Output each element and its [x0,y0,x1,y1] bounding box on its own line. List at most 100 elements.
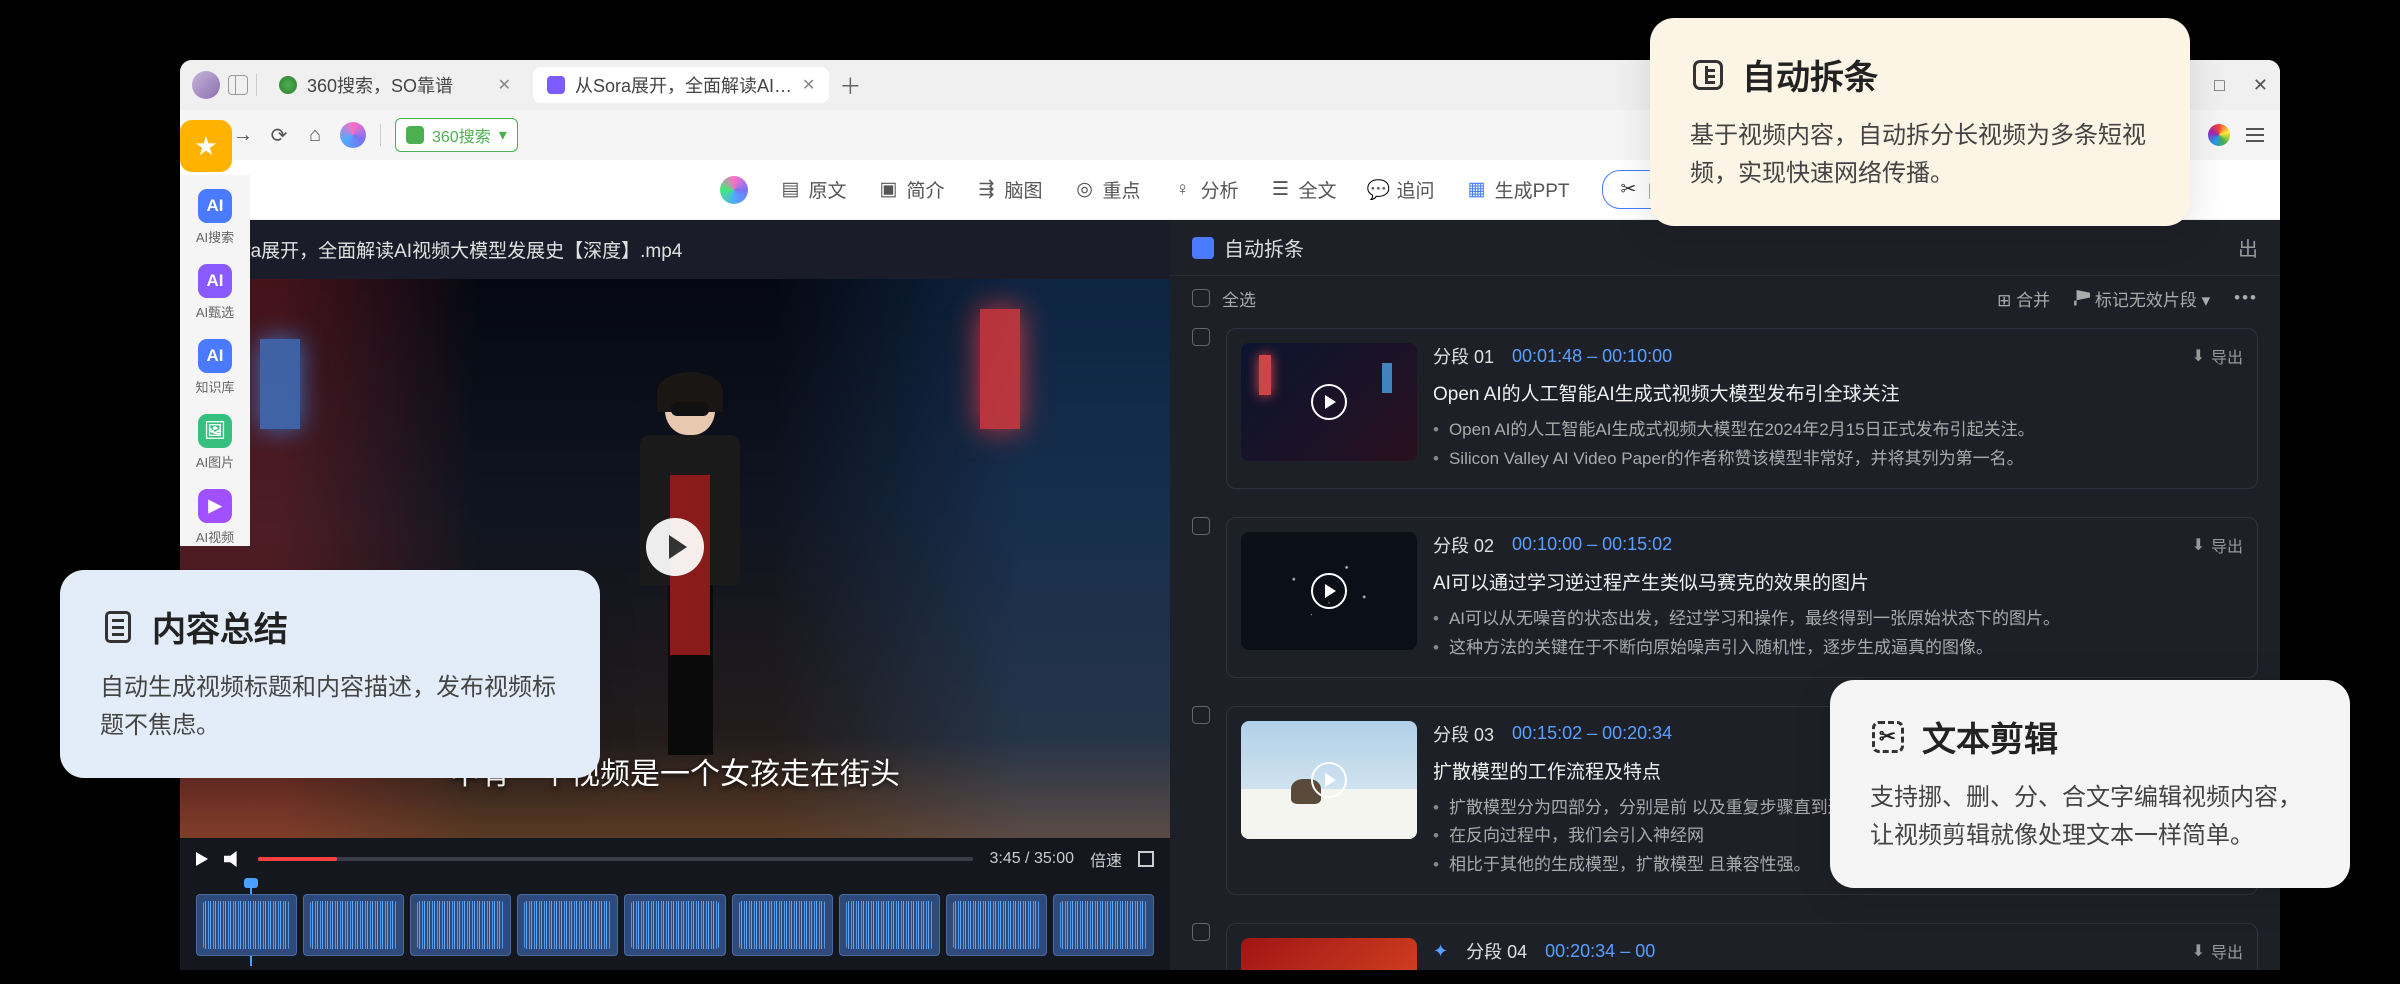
fullscreen-icon[interactable] [1138,851,1154,867]
close-window-icon[interactable]: ✕ [2253,75,2268,96]
timeline-clip[interactable] [410,894,511,956]
browser-tab-1[interactable]: 360搜索，SO靠谱 ✕ [265,67,525,103]
sidebar-item-ai-select[interactable]: AIAI甄选 [196,264,234,321]
text-icon: ☰ [1271,180,1291,200]
scissors-icon: ✂ [1619,180,1639,200]
merge-button[interactable]: ⊞ 合并 [1997,286,2050,311]
timeline-clip[interactable] [1053,894,1154,956]
segment-thumbnail[interactable] [1241,343,1417,461]
document-icon: ▤ [780,180,800,200]
segments-title: 自动拆条 [1224,233,1304,262]
segment-checkbox[interactable] [1192,328,1210,346]
play-icon[interactable] [196,852,208,866]
export-all-button[interactable]: 出 [2238,233,2258,262]
segment-bullets: AI可以从无噪音的状态出发，经过学习和操作，最终得到一张原始状态下的图片。 这种… [1433,605,2243,663]
browser-tab-2[interactable]: 从Sora展开，全面解读AI… ✕ [533,67,829,103]
tool-keypoints[interactable]: ◎重点 [1075,176,1141,203]
video-controls: 3:45 / 35:00 倍速 [180,838,1170,880]
segment-number: 分段 02 [1433,532,1494,558]
reload-icon[interactable]: ⟳ [268,124,290,146]
segment-title: AI可以通过学习逆过程产生类似马赛克的效果的图片 [1433,568,2243,595]
tool-analysis[interactable]: ♀分析 [1173,176,1239,203]
close-icon[interactable]: ✕ [802,75,815,95]
segment-checkbox[interactable] [1192,517,1210,535]
segment-card[interactable]: 分段 01 00:01:48 – 00:10:00 ⬇ 导出 Open AI的人… [1226,328,2258,489]
sparkle-icon: ✦ [1433,941,1448,962]
tool-ask[interactable]: 💬追问 [1369,176,1435,203]
timeline-clip[interactable] [732,894,833,956]
segment-export-button[interactable]: ⬇ 导出 [2192,939,2243,963]
segment-timerange[interactable]: 00:20:34 – 00 [1545,941,1655,962]
timeline-clip[interactable] [303,894,404,956]
select-all-checkbox[interactable] [1192,289,1210,307]
timeline-clip[interactable] [196,894,297,956]
timeline-clip[interactable] [517,894,618,956]
tool-ppt[interactable]: ▦生成PPT [1467,176,1570,203]
new-tab-button[interactable]: ＋ [837,72,863,98]
play-icon[interactable] [1311,573,1347,609]
mark-invalid-button[interactable]: 标记无效片段 ▾ [2074,286,2210,311]
sidebar-item-ai-video[interactable]: ▶AI视频 [196,489,234,546]
segment-timerange[interactable]: 00:01:48 – 00:10:00 [1512,346,1672,367]
tab-label: 从Sora展开，全面解读AI… [575,72,792,98]
segment-checkbox[interactable] [1192,923,1210,941]
play-button-icon[interactable] [646,518,704,576]
segment-thumbnail[interactable] [1241,532,1417,650]
tool-original[interactable]: ▤原文 [780,176,846,203]
segment-export-button[interactable]: ⬇ 导出 [2192,533,2243,557]
segment-timerange[interactable]: 00:10:00 – 00:15:02 [1512,534,1672,555]
theme-icon[interactable] [2208,124,2230,146]
text-edit-icon [1870,719,1906,755]
ai-video-icon: ▶ [198,489,232,523]
progress-bar[interactable] [258,857,973,861]
forward-icon[interactable]: → [232,124,254,146]
search-engine-selector[interactable]: 360搜索 ▾ [395,118,518,152]
segment-thumbnail[interactable] [1241,721,1417,839]
divider [380,124,381,146]
search-360-icon [406,126,424,144]
callout-autosplit: 自动拆条 基于视频内容，自动拆分长视频为多条短视频，实现快速网络传播。 [1650,18,2190,226]
sidebar-item-ai-image[interactable]: 🖼AI图片 [196,414,234,471]
segment-export-button[interactable]: ⬇ 导出 [2192,344,2243,368]
tool-summary[interactable]: ▣简介 [878,176,944,203]
timeline-clip[interactable] [946,894,1047,956]
play-icon[interactable] [1311,384,1347,420]
tool-mindmap[interactable]: ⇶脑图 [976,176,1042,203]
play-icon[interactable] [1311,762,1347,798]
ai-logo-icon[interactable] [340,122,366,148]
select-all-label[interactable]: 全选 [1222,286,1256,311]
home-icon[interactable]: ⌂ [304,124,326,146]
segment-thumbnail[interactable] [1241,938,1417,970]
speed-button[interactable]: 倍速 [1090,847,1122,871]
callout-description: 基于视频内容，自动拆分长视频为多条短视频，实现快速网络传播。 [1690,117,2150,194]
ai-select-icon: AI [198,264,232,298]
callout-textedit: 文本剪辑 支持挪、删、分、合文字编辑视频内容，让视频剪辑就像处理文本一样简单。 [1830,680,2350,888]
timeline-clip[interactable] [839,894,940,956]
timeline-clip[interactable] [624,894,725,956]
video-file-title: 从Sora展开，全面解读AI视频大模型发展史【深度】.mp4 [180,220,1170,279]
flag-icon [2074,290,2090,306]
ai-image-icon: 🖼 [198,414,232,448]
maximize-icon[interactable]: □ [2214,75,2225,96]
sidebar-toggle-icon[interactable] [228,75,248,95]
more-icon[interactable]: ••• [2234,288,2258,308]
segment-card[interactable]: 分段 02 00:10:00 – 00:15:02 ⬇ 导出 AI可以通过学习逆… [1226,517,2258,678]
segment-card[interactable]: ✦ 分段 04 00:20:34 – 00 ⬇ 导出 [1226,923,2258,970]
favorites-button[interactable]: ★ [180,120,232,172]
sidebar-item-knowledge[interactable]: AI知识库 [195,339,234,396]
sidebar-item-ai-search[interactable]: AIAI搜索 [196,189,234,246]
volume-icon[interactable] [224,851,242,867]
user-avatar[interactable] [192,71,220,99]
split-icon [1690,57,1726,93]
segment-timerange[interactable]: 00:15:02 – 00:20:34 [1512,723,1672,744]
tab-label: 360搜索，SO靠谱 [307,72,453,98]
segment-checkbox[interactable] [1192,706,1210,724]
chat-icon: 💬 [1369,180,1389,200]
segments-icon [1192,237,1214,259]
tool-fulltext[interactable]: ☰全文 [1271,176,1337,203]
ppt-icon: ▦ [1467,180,1487,200]
menu-icon[interactable] [2246,128,2264,142]
timeline[interactable] [180,880,1170,970]
close-icon[interactable]: ✕ [498,75,511,95]
callout-summary: 内容总结 自动生成视频标题和内容描述，发布视频标题不焦虑。 [60,570,600,778]
